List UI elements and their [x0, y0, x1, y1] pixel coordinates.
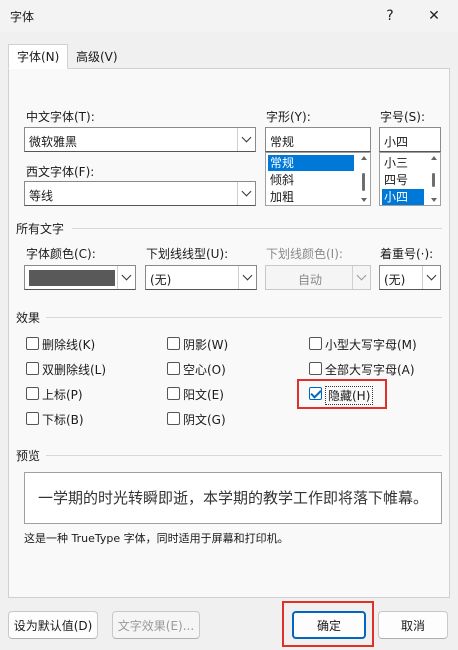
chevron-down-icon — [352, 266, 370, 289]
chinese-font-label: 中文字体(T): — [26, 110, 95, 124]
cancel-button[interactable]: 取消 — [378, 611, 448, 639]
western-font-label: 西文字体(F): — [26, 165, 95, 179]
scrollbar-thumb[interactable] — [362, 173, 365, 191]
emboss-label[interactable]: 阳文(E) — [183, 386, 224, 403]
font-style-input[interactable]: 常规 — [265, 127, 371, 152]
small-caps-checkbox[interactable] — [309, 337, 322, 350]
window-title: 字体 — [10, 10, 35, 24]
all-caps-checkbox[interactable] — [309, 362, 322, 375]
close-button[interactable]: ✕ — [416, 4, 452, 28]
font-size-value: 小四 — [384, 135, 409, 149]
font-color-combo[interactable] — [24, 265, 136, 290]
section-divider — [46, 317, 442, 318]
all-caps-label[interactable]: 全部大写字母(A) — [325, 361, 415, 378]
subscript-checkbox[interactable] — [26, 412, 39, 425]
underline-color-value: 自动 — [298, 273, 323, 287]
close-icon: ✕ — [428, 8, 440, 24]
font-size-list[interactable]: 小三 四号 小四 — [379, 152, 441, 206]
shadow-label[interactable]: 阴影(W) — [183, 336, 228, 353]
shadow-checkbox[interactable] — [167, 337, 180, 350]
all-text-section-label: 所有文字 — [16, 222, 65, 236]
chevron-down-icon[interactable] — [422, 266, 440, 289]
subscript-label[interactable]: 下标(B) — [42, 411, 84, 428]
font-style-value: 常规 — [270, 135, 295, 149]
font-info-note: 这是一种 TrueType 字体，同时适用于屏幕和打印机。 — [24, 532, 289, 545]
list-item[interactable]: 小四 — [382, 189, 424, 205]
underline-style-value: (无) — [150, 273, 172, 287]
outline-label[interactable]: 空心(O) — [183, 361, 226, 378]
font-style-list[interactable]: 常规 倾斜 加粗 — [265, 152, 371, 206]
chinese-font-combo[interactable]: 微软雅黑 — [24, 127, 256, 152]
preview-section-label: 预览 — [16, 449, 41, 463]
hidden-label[interactable]: 隐藏(H) — [325, 386, 374, 405]
tab-font-label: 字体(N) — [17, 50, 60, 64]
superscript-checkbox[interactable] — [26, 387, 39, 400]
underline-color-combo: 自动 — [265, 265, 371, 290]
double-strikethrough-checkbox[interactable] — [26, 362, 39, 375]
preview-sample-text: 一学期的时光转瞬即逝，本学期的教学工作即将落下帷幕。 — [37, 489, 428, 507]
font-style-label: 字形(Y): — [266, 110, 311, 124]
underline-color-label: 下划线颜色(I): — [266, 247, 343, 261]
scroll-down-icon[interactable] — [431, 198, 437, 202]
help-button[interactable]: ? — [372, 4, 408, 28]
chevron-down-icon[interactable] — [117, 266, 135, 289]
small-caps-label[interactable]: 小型大写字母(M) — [325, 336, 417, 353]
engrave-label[interactable]: 阴文(G) — [183, 411, 226, 428]
strikethrough-checkbox[interactable] — [26, 337, 39, 350]
emboss-checkbox[interactable] — [167, 387, 180, 400]
tab-divider — [8, 68, 450, 69]
set-default-button[interactable]: 设为默认值(D) — [8, 611, 98, 639]
scrollbar-thumb[interactable] — [432, 173, 435, 187]
double-strikethrough-label[interactable]: 双删除线(L) — [42, 361, 106, 378]
list-item[interactable]: 小三 — [382, 155, 424, 171]
ok-button[interactable]: 确定 — [292, 611, 366, 639]
font-size-label: 字号(S): — [380, 110, 426, 124]
tab-font[interactable]: 字体(N) — [8, 44, 69, 69]
tab-advanced[interactable]: 高级(V) — [68, 44, 126, 69]
font-size-input[interactable]: 小四 — [379, 127, 441, 152]
chevron-down-icon[interactable] — [237, 128, 255, 151]
chevron-down-icon[interactable] — [237, 182, 255, 205]
underline-style-label: 下划线线型(U): — [146, 247, 229, 261]
help-icon: ? — [386, 8, 394, 24]
effects-section-label: 效果 — [16, 311, 41, 325]
text-effects-button: 文字效果(E)... — [112, 611, 200, 639]
outline-checkbox[interactable] — [167, 362, 180, 375]
emphasis-mark-combo[interactable]: (无) — [379, 265, 441, 290]
engrave-checkbox[interactable] — [167, 412, 180, 425]
tab-advanced-label: 高级(V) — [76, 50, 118, 64]
list-item[interactable]: 加粗 — [268, 189, 354, 205]
section-divider — [72, 228, 442, 229]
list-item[interactable]: 四号 — [382, 172, 424, 188]
underline-style-combo[interactable]: (无) — [145, 265, 257, 290]
list-item[interactable]: 倾斜 — [268, 172, 354, 188]
scroll-up-icon[interactable] — [431, 156, 437, 160]
scroll-down-icon[interactable] — [361, 198, 367, 202]
strikethrough-label[interactable]: 删除线(K) — [42, 336, 95, 353]
chevron-down-icon[interactable] — [238, 266, 256, 289]
font-color-swatch — [29, 270, 115, 286]
emphasis-mark-value: (无) — [384, 273, 406, 287]
chinese-font-value: 微软雅黑 — [29, 135, 78, 149]
emphasis-mark-label: 着重号(·): — [380, 247, 434, 261]
superscript-label[interactable]: 上标(P) — [42, 386, 83, 403]
section-divider — [46, 455, 442, 456]
font-color-label: 字体颜色(C): — [26, 247, 96, 261]
preview-box: 一学期的时光转瞬即逝，本学期的教学工作即将落下帷幕。 — [24, 472, 442, 524]
scroll-up-icon[interactable] — [361, 156, 367, 160]
list-item[interactable]: 常规 — [268, 155, 354, 171]
hidden-checkbox[interactable] — [309, 387, 322, 400]
western-font-combo[interactable]: 等线 — [24, 181, 256, 206]
western-font-value: 等线 — [29, 189, 54, 203]
